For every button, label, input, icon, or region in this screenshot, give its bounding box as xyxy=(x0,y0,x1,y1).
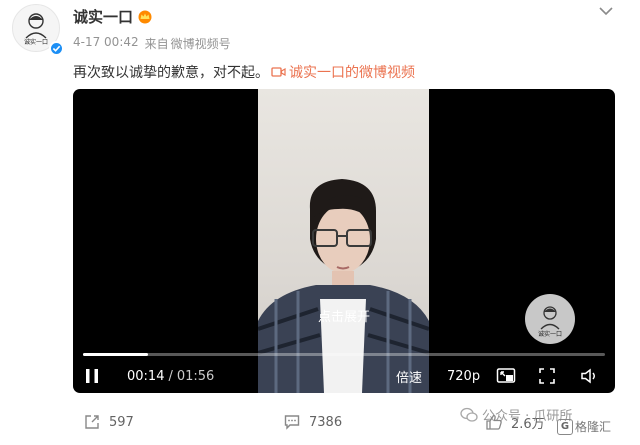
video-frame[interactable] xyxy=(258,89,429,393)
pause-icon xyxy=(86,369,98,383)
post-content: 再次致以诚挚的歉意，对不起。 诚实一口的微博视频 xyxy=(73,62,415,82)
fullscreen-button[interactable] xyxy=(538,365,556,387)
wechat-watermark: 公众号 · 爪研所 xyxy=(460,405,572,424)
player-watermark-avatar: 诚实一口 xyxy=(525,294,575,344)
gelonghui-logo-icon: G xyxy=(557,418,573,435)
quality-button[interactable]: 720p xyxy=(447,365,480,387)
pause-button[interactable] xyxy=(83,365,101,387)
post-text: 再次致以诚挚的歉意，对不起。 xyxy=(73,65,269,81)
picture-in-picture-button[interactable] xyxy=(496,365,516,387)
time-total: 01:56 xyxy=(176,368,215,384)
repost-button[interactable]: 597 xyxy=(83,412,134,432)
author-avatar[interactable]: 诚实一口 xyxy=(12,4,64,56)
video-still xyxy=(258,179,429,393)
video-camera-icon xyxy=(271,67,286,77)
comment-button[interactable]: 7386 xyxy=(283,412,342,432)
post-date[interactable]: 4-17 00:42 xyxy=(73,35,139,52)
time-separator: / xyxy=(168,368,173,384)
source-prefix: 来自 xyxy=(144,37,169,51)
progress-fill xyxy=(83,353,149,356)
watermark-illustration: 诚实一口 xyxy=(538,306,562,338)
author-name[interactable]: 诚实一口 xyxy=(73,6,133,27)
avatar-illustration: 诚实一口 xyxy=(24,13,48,46)
chevron-down-icon[interactable] xyxy=(597,5,615,17)
time-display: 00:14 / 01:56 xyxy=(127,365,214,387)
video-player[interactable]: 点击展开 诚实一口 00:14 / 01:56 倍速 720p xyxy=(73,89,615,393)
repost-count: 597 xyxy=(109,414,134,430)
gelonghui-watermark: G 格隆汇 xyxy=(557,418,611,435)
comment-icon xyxy=(284,415,300,430)
fullscreen-icon xyxy=(539,368,555,384)
volume-button[interactable] xyxy=(580,365,600,387)
gelonghui-text: 格隆汇 xyxy=(575,420,612,434)
volume-icon xyxy=(581,368,595,384)
speed-label: 倍速 xyxy=(396,370,423,386)
post-meta: 4-17 00:42 来自 微博视频号 xyxy=(73,35,231,52)
player-controls: 00:14 / 01:56 倍速 720p xyxy=(73,365,615,387)
avatar-name-text: 诚实一口 xyxy=(24,38,48,46)
watermark-text: 诚实一口 xyxy=(538,330,562,338)
author-name-row: 诚实一口 xyxy=(73,6,153,27)
comment-count: 7386 xyxy=(309,414,343,430)
post-source[interactable]: 微博视频号 xyxy=(171,35,231,52)
share-icon xyxy=(85,415,99,429)
video-link[interactable]: 诚实一口的微博视频 xyxy=(271,62,415,82)
time-current: 00:14 xyxy=(127,368,165,384)
crown-badge-icon[interactable] xyxy=(137,10,153,24)
wechat-icon xyxy=(460,407,478,422)
picture-in-picture-icon xyxy=(496,368,516,383)
verified-badge-icon xyxy=(49,41,64,56)
video-link-label: 诚实一口的微博视频 xyxy=(289,65,415,81)
speed-button[interactable]: 倍速 xyxy=(396,365,422,387)
quality-label: 720p xyxy=(447,368,481,384)
progress-bar[interactable] xyxy=(83,353,605,356)
